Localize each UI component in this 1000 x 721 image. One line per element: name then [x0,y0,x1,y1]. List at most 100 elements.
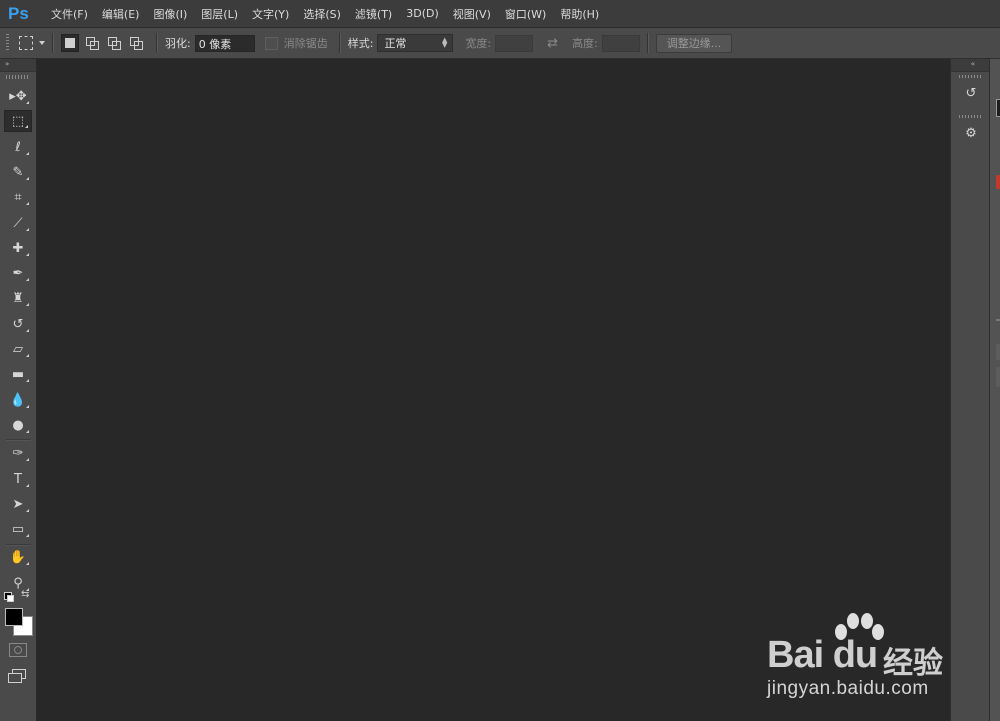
path-select-icon: ➤ [12,496,24,512]
panel-edge [996,99,1000,117]
blur-icon: 💧 [9,392,27,408]
tools-panel: » ⇆ ▸✥ ⬚ ℓ ✎ ⌗ ⟋ ✚ ✒ ♜ ↺ ▱ ▬ 💧 ● ✑ T ➤ ▭ ✋ ⚲ [0,59,37,721]
options-bar: 羽化: 0 像素 消除锯齿 样式: 正常 ▲ ▼ 宽度: ⇄ 高度: 调整边缘..… [0,28,1000,59]
add-to-selection-button[interactable] [83,34,101,52]
options-bar-grip[interactable] [6,34,9,52]
height-input[interactable] [601,34,640,52]
type-tool[interactable]: T [4,468,32,490]
rect-marquee-icon: ⬚ [11,113,25,129]
menu-select[interactable]: 选择(S) [296,6,348,22]
dodge-tool[interactable]: ● [4,414,32,436]
crop-tool[interactable]: ⌗ [4,186,32,208]
crop-icon: ⌗ [14,189,22,205]
intersect-selection-icon [130,37,143,50]
brush-tool[interactable]: ✒ [4,262,32,284]
dodge-icon: ● [12,417,24,433]
panel-edge [996,367,1000,387]
clone-stamp-tool[interactable]: ♜ [4,287,32,309]
menu-layer[interactable]: 图层(L) [194,6,245,22]
refine-edge-button[interactable]: 调整边缘... [655,33,733,53]
panel-edge-swatch [996,175,1000,189]
quick-mask-icon[interactable] [9,643,27,657]
tool-preset-dropdown-icon[interactable] [39,41,45,45]
intersect-selection-button[interactable] [127,34,145,52]
pen-tool[interactable]: ✑ [4,442,32,464]
rect-marquee-tool[interactable]: ⬚ [4,110,32,132]
dock-grip[interactable] [959,75,981,78]
menu-edit[interactable]: 编辑(E) [95,6,147,22]
menu-file[interactable]: 文件(F) [44,6,95,22]
watermark-logo: Bai du [767,634,878,676]
rectangle-shape-tool[interactable]: ▭ [4,518,32,540]
width-input[interactable] [495,34,534,52]
feather-input[interactable]: 0 像素 [194,34,255,52]
menu-3d[interactable]: 3D(D) [399,7,446,20]
new-selection-icon [65,38,75,48]
menu-view[interactable]: 视图(V) [446,6,498,22]
width-label: 宽度: [465,37,492,50]
menu-filter[interactable]: 滤镜(T) [348,6,399,22]
healing-brush-icon: ✚ [12,240,24,256]
gradient-icon: ▬ [11,366,25,382]
dock-collapse[interactable]: « [951,59,989,72]
antialias-label: 消除锯齿 [283,37,328,50]
feather-label: 羽化: [165,37,191,50]
dock-grip[interactable] [959,115,981,118]
style-select-value: 正常 [384,37,407,50]
zoom-tool[interactable]: ⚲ [4,572,32,594]
add-selection-icon [86,37,99,50]
history-panel-icon[interactable]: ↺ [958,81,984,105]
style-label: 样式: [347,37,374,50]
properties-panel-icon[interactable]: ⚙ [958,121,984,145]
move-tool[interactable]: ▸✥ [4,85,32,107]
panel-edge [996,344,1000,360]
divider [156,33,158,53]
eyedropper-tool[interactable]: ⟋ [4,212,32,234]
eyedropper-icon: ⟋ [13,215,23,231]
brush-icon: ✒ [12,265,24,281]
tools-panel-collapse[interactable]: » [0,59,36,72]
lasso-tool[interactable]: ℓ [4,136,32,158]
menu-window[interactable]: 窗口(W) [498,6,553,22]
select-arrows-icon: ▲ ▼ [442,36,448,49]
type-icon: T [14,471,22,487]
rect-marquee-preset-icon[interactable] [19,36,33,50]
eraser-tool[interactable]: ▱ [4,338,32,360]
quick-select-icon: ✎ [12,164,24,180]
style-select[interactable]: 正常 ▲ ▼ [377,34,454,52]
foreground-color-swatch[interactable] [5,608,23,626]
photoshop-logo: Ps [8,3,29,23]
new-selection-button[interactable] [61,34,79,52]
blur-tool[interactable]: 💧 [4,389,32,411]
screen-mode-icon[interactable] [8,669,26,683]
tool-group-divider [6,544,31,546]
panel-edge [996,319,1000,321]
gradient-tool[interactable]: ▬ [4,363,32,385]
antialias-checkbox[interactable] [264,36,278,50]
tools-panel-grip[interactable] [6,75,30,79]
history-brush-icon: ↺ [12,316,24,332]
watermark-url: jingyan.baidu.com [767,678,929,699]
path-select-tool[interactable]: ➤ [4,493,32,515]
height-label: 高度: [572,37,598,50]
baidu-jingyan-watermark: Bai du 经验 jingyan.baidu.com [765,612,980,707]
swap-width-height-icon[interactable]: ⇄ [547,36,558,51]
rectangle-shape-icon: ▭ [11,521,25,537]
subtract-selection-button[interactable] [105,34,123,52]
menu-help[interactable]: 帮助(H) [553,6,606,22]
healing-brush-tool[interactable]: ✚ [4,237,32,259]
history-brush-tool[interactable]: ↺ [4,313,32,335]
panel-dock-expanded-edge [989,59,1000,721]
hand-tool[interactable]: ✋ [4,546,32,568]
watermark-product: 经验 [883,646,943,681]
lasso-icon: ℓ [15,139,21,155]
clone-stamp-icon: ♜ [12,290,24,306]
subtract-selection-icon [108,37,121,50]
menu-bar: Ps 文件(F) 编辑(E) 图像(I) 图层(L) 文字(Y) 选择(S) 滤… [0,0,1000,28]
quick-select-tool[interactable]: ✎ [4,161,32,183]
menu-image[interactable]: 图像(I) [146,6,194,22]
menu-type[interactable]: 文字(Y) [245,6,296,22]
hand-icon: ✋ [9,549,27,565]
zoom-icon: ⚲ [13,575,23,591]
pen-icon: ✑ [12,445,24,461]
